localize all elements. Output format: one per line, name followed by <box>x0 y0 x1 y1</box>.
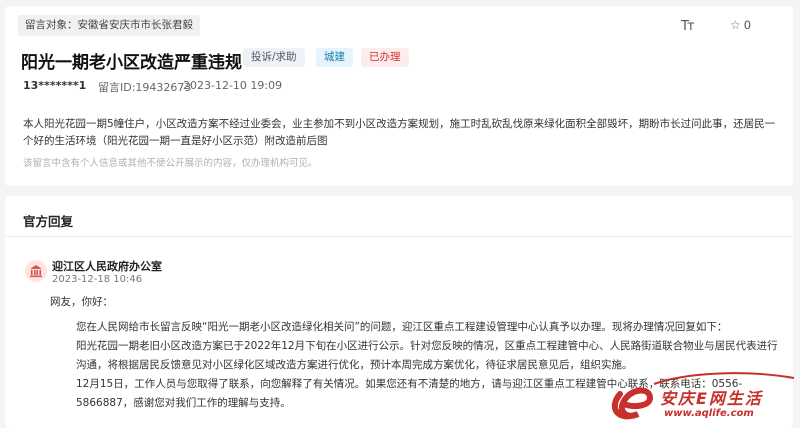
reply-org-name: 迎江区人民政府办公室 <box>52 260 162 273</box>
message-content: 本人阳光花园一期5幢住户，小区改造方案不经过业委会，业主参加不到小区改造方案规划… <box>23 118 776 147</box>
category-badge: 投诉/求助 <box>243 48 305 67</box>
message-title: 阳光一期老小区改造严重违规 <box>21 53 242 73</box>
message-target-tag: 留言对象：安徽省安庆市市长张君毅 <box>18 15 200 36</box>
font-size-icon[interactable]: Tт <box>681 19 694 34</box>
message-user: 13*******1 <box>23 79 87 92</box>
message-card: 留言对象：安徽省安庆市市长张君毅 Tт ☆ 0 阳光一期老小区改造严重违规 投诉/… <box>5 6 793 186</box>
message-date: 2023-12-10 19:09 <box>183 79 283 92</box>
reply-paragraph-1: 您在人民网给市长留言反映“阳光一期老小区改造绿化相关问”的问题，迎江区重点工程建… <box>76 321 728 333</box>
favorite-button[interactable]: ☆ 0 <box>730 18 751 32</box>
reply-date: 2023-12-18 10:46 <box>52 274 143 285</box>
watermark-text: 安庆E网生活 <box>660 389 763 408</box>
status-badge: 已办理 <box>361 48 409 67</box>
reply-heading: 官方回复 <box>23 214 74 229</box>
reply-greeting: 网友，你好： <box>50 296 113 308</box>
government-building-icon <box>25 260 47 282</box>
watermark-url: www.aqlife.com <box>664 408 754 419</box>
star-count: 0 <box>743 18 752 32</box>
domain-badge: 城建 <box>316 48 353 67</box>
message-id: 留言ID:19432673 <box>98 81 192 94</box>
star-icon: ☆ <box>730 18 741 32</box>
divider <box>5 236 793 237</box>
privacy-note: 该留言中含有个人信息或其他不便公开展示的内容，仅办理机构可见。 <box>23 158 318 169</box>
